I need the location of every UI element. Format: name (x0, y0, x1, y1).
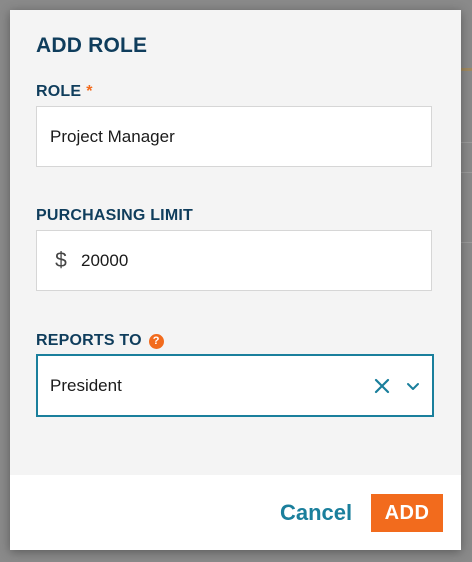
reports-to-label: REPORTS TO ? (36, 332, 164, 350)
required-marker: * (86, 83, 93, 100)
clear-icon[interactable] (371, 375, 393, 397)
role-input-value: Project Manager (50, 126, 175, 146)
purchasing-limit-value: 20000 (81, 250, 129, 270)
purchasing-limit-input[interactable]: $ 20000 (36, 230, 432, 291)
backdrop-divider (460, 172, 472, 173)
backdrop-divider (460, 142, 472, 143)
purchasing-limit-label: PURCHASING LIMIT (36, 207, 193, 225)
dialog-footer: Cancel ADD (10, 475, 461, 550)
backdrop-accent (460, 68, 472, 71)
purchasing-limit-label-text: PURCHASING LIMIT (36, 207, 193, 224)
reports-to-selected-value: President (50, 375, 122, 395)
chevron-down-icon[interactable] (402, 375, 424, 397)
add-role-dialog: ADD ROLE ROLE * Project Manager PURCHASI… (10, 10, 461, 550)
reports-to-select[interactable]: President (36, 354, 434, 417)
reports-to-label-text: REPORTS TO (36, 332, 142, 349)
role-label-text: ROLE (36, 83, 82, 100)
role-input[interactable]: Project Manager (36, 106, 432, 167)
backdrop-divider (460, 242, 472, 243)
dollar-icon: $ (55, 248, 67, 272)
cancel-button[interactable]: Cancel (278, 497, 354, 529)
role-label: ROLE * (36, 83, 93, 101)
dialog-title: ADD ROLE (36, 34, 148, 57)
help-icon[interactable]: ? (148, 333, 164, 349)
add-button[interactable]: ADD (371, 494, 443, 532)
